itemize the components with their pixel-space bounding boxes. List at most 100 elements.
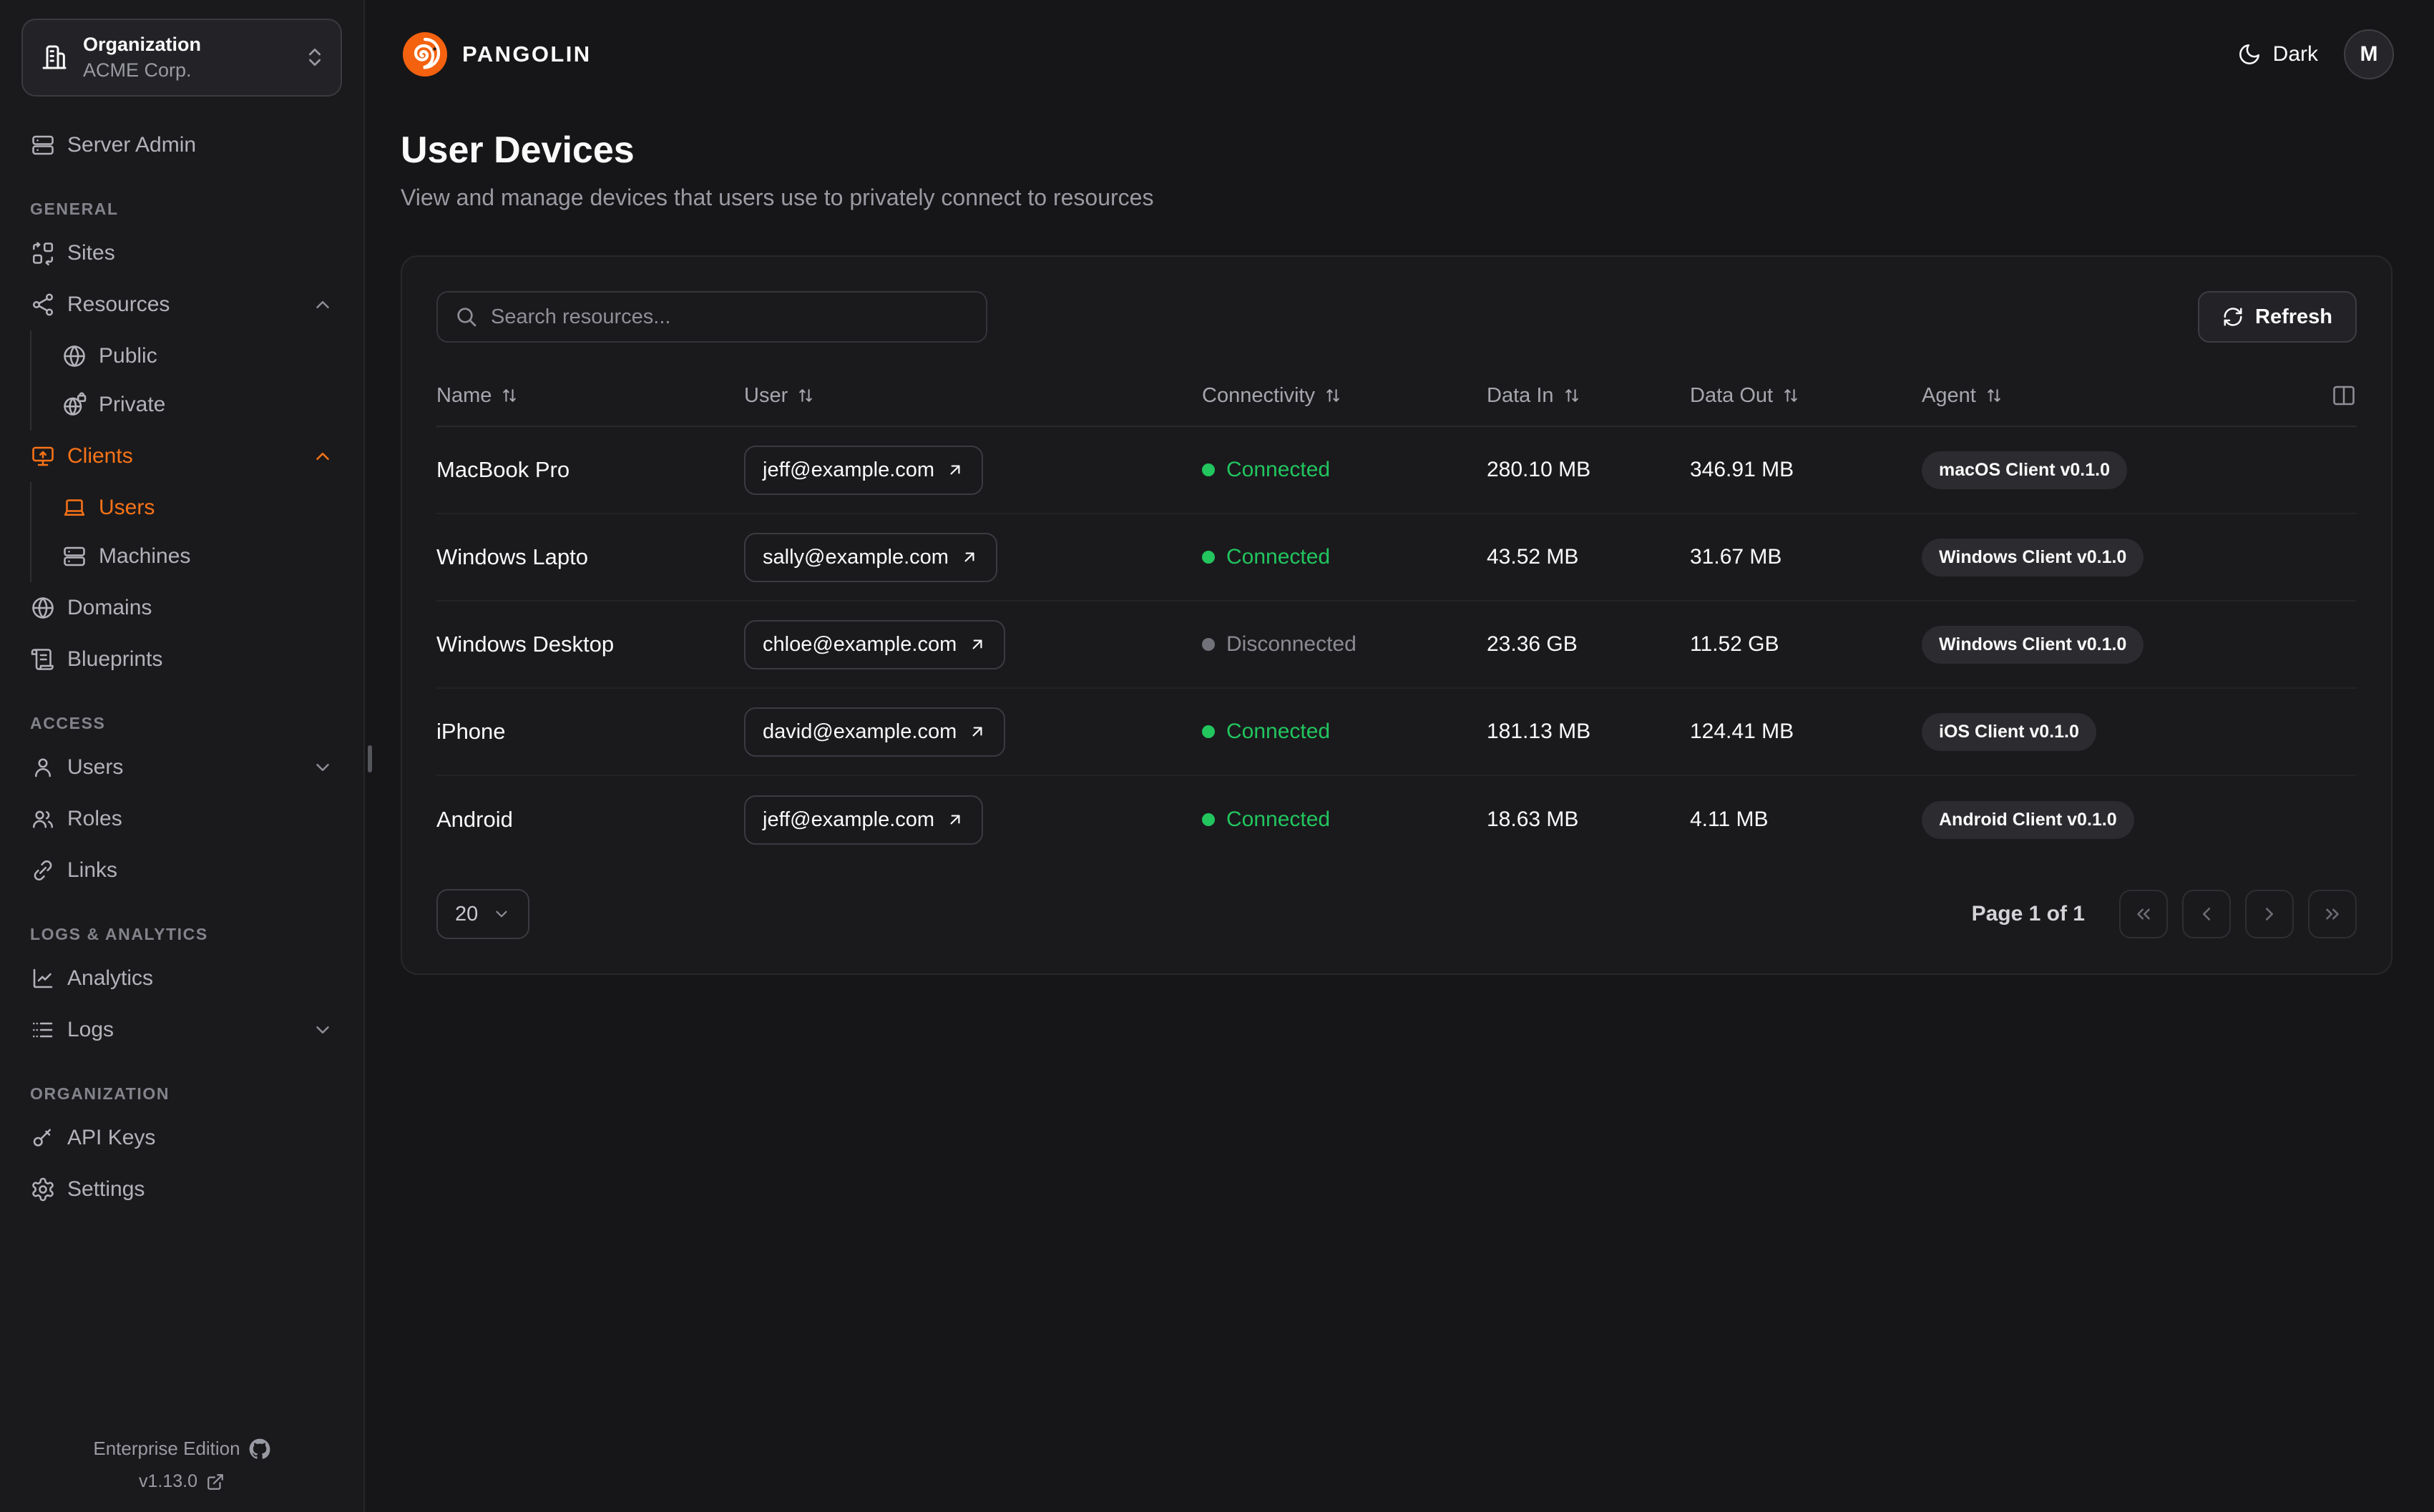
agent-badge: Windows Client v0.1.0: [1922, 538, 2144, 576]
data-in-value: 43.52 MB: [1487, 545, 1579, 569]
agent-badge: macOS Client v0.1.0: [1922, 451, 2128, 489]
theme-toggle[interactable]: Dark: [2237, 42, 2318, 67]
avatar[interactable]: M: [2344, 29, 2394, 79]
search-icon: [455, 305, 478, 328]
sort-icon: [1563, 386, 1581, 405]
refresh-button[interactable]: Refresh: [2198, 291, 2357, 343]
key-icon: [30, 1125, 56, 1151]
sidebar-item-label: Server Admin: [67, 132, 197, 157]
sidebar-item-domains[interactable]: Domains: [21, 585, 342, 631]
sidebar-item-label: Links: [67, 858, 118, 882]
search-input[interactable]: [491, 305, 969, 329]
data-out-value: 346.91 MB: [1690, 458, 1794, 481]
connectivity-status: Connected: [1202, 807, 1487, 832]
sidebar-item-private[interactable]: Private: [31, 382, 342, 428]
sites-icon: [30, 240, 56, 266]
org-selector[interactable]: Organization ACME Corp.: [21, 19, 342, 97]
sidebar-item-links[interactable]: Links: [21, 848, 342, 893]
column-header-user[interactable]: User: [744, 384, 1202, 408]
sidebar-item-label: Blueprints: [67, 647, 163, 671]
arrow-up-right-icon: [968, 635, 987, 654]
arrow-up-right-icon: [946, 461, 964, 479]
sidebar-item-label: Sites: [67, 240, 115, 265]
column-header-connectivity[interactable]: Connectivity: [1202, 384, 1487, 408]
first-page-button[interactable]: [2119, 890, 2168, 938]
sidebar-item-analytics[interactable]: Analytics: [21, 956, 342, 1001]
sidebar-item-resources[interactable]: Resources: [21, 282, 342, 328]
sidebar: Organization ACME Corp. Server Admin GEN…: [0, 0, 365, 1512]
sidebar-item-label: Users: [67, 755, 124, 779]
column-header-data-out[interactable]: Data Out: [1690, 384, 1922, 408]
user-link-button[interactable]: david@example.com: [744, 707, 1006, 757]
sort-icon: [1985, 386, 2003, 405]
chart-line-icon: [30, 966, 56, 991]
sidebar-item-users[interactable]: Users: [21, 745, 342, 790]
refresh-icon: [2222, 306, 2244, 328]
github-icon[interactable]: [249, 1438, 270, 1460]
device-name: iPhone: [436, 719, 506, 744]
sidebar-item-blueprints[interactable]: Blueprints: [21, 637, 342, 682]
arrow-up-right-icon: [960, 548, 979, 566]
chevron-up-icon: [312, 446, 333, 467]
sidebar-item-logs[interactable]: Logs: [21, 1007, 342, 1053]
column-label: User: [744, 383, 788, 407]
sidebar-item-clients[interactable]: Clients: [21, 433, 342, 479]
chevron-down-icon: [492, 905, 511, 923]
sidebar-item-sites[interactable]: Sites: [21, 230, 342, 276]
device-name: Windows Desktop: [436, 632, 615, 657]
user-link-button[interactable]: jeff@example.com: [744, 795, 984, 845]
sort-icon: [1324, 386, 1342, 405]
table-header-row: Name User Connectivity Data In Data Out …: [436, 368, 2357, 427]
previous-page-button[interactable]: [2182, 890, 2231, 938]
table-footer: 20 Page 1 of 1: [436, 889, 2357, 939]
user-link-button[interactable]: chloe@example.com: [744, 619, 1006, 669]
sort-icon: [796, 386, 815, 405]
sidebar-item-label: Machines: [99, 544, 191, 568]
column-label: Connectivity: [1202, 383, 1315, 407]
user-link-button[interactable]: sally@example.com: [744, 532, 997, 582]
page-size-select[interactable]: 20: [436, 889, 530, 939]
user-email: chloe@example.com: [763, 632, 957, 656]
globe-icon: [30, 595, 56, 621]
sidebar-item-roles[interactable]: Roles: [21, 796, 342, 842]
sidebar-item-label: Private: [99, 392, 166, 416]
sidebar-item-api-keys[interactable]: API Keys: [21, 1115, 342, 1161]
topbar: PANGOLIN Dark M: [401, 0, 2394, 109]
column-header-data-in[interactable]: Data In: [1487, 384, 1690, 408]
sidebar-item-public[interactable]: Public: [31, 333, 342, 379]
edition-label: Enterprise Edition: [93, 1438, 240, 1459]
users-icon: [30, 806, 56, 832]
column-header-agent[interactable]: Agent: [1922, 384, 2299, 408]
server-icon: [30, 132, 56, 158]
sidebar-item-label: Roles: [67, 806, 122, 830]
sidebar-item-label: Logs: [67, 1017, 114, 1041]
user-email: jeff@example.com: [763, 807, 935, 831]
sidebar-item-client-users[interactable]: Users: [31, 485, 342, 531]
sidebar-item-settings[interactable]: Settings: [21, 1167, 342, 1212]
user-link-button[interactable]: jeff@example.com: [744, 445, 984, 495]
column-settings-button[interactable]: [2331, 383, 2357, 408]
last-page-button[interactable]: [2308, 890, 2357, 938]
sidebar-item-label: Analytics: [67, 966, 154, 990]
column-label: Data In: [1487, 383, 1554, 407]
user-icon: [30, 755, 56, 780]
external-link-icon[interactable]: [206, 1473, 225, 1491]
app-window: Organization ACME Corp. Server Admin GEN…: [0, 0, 2434, 1512]
sidebar-item-machines[interactable]: Machines: [31, 534, 342, 579]
next-page-button[interactable]: [2245, 890, 2294, 938]
table-row: Android jeff@example.com Connected 18.63…: [436, 776, 2357, 863]
status-dot-icon: [1202, 638, 1215, 651]
chevrons-right-icon: [2322, 903, 2343, 925]
sidebar-item-label: Public: [99, 343, 157, 368]
resources-sub-list: Public Private: [30, 330, 342, 431]
data-out-value: 124.41 MB: [1690, 720, 1794, 743]
globe-lock-icon: [62, 392, 87, 418]
sidebar-resize-handle[interactable]: [368, 745, 372, 772]
refresh-label: Refresh: [2255, 305, 2332, 328]
sidebar-item-server-admin[interactable]: Server Admin: [21, 122, 342, 168]
column-header-name[interactable]: Name: [436, 384, 744, 408]
brand-name: PANGOLIN: [462, 41, 592, 67]
brand[interactable]: PANGOLIN: [401, 30, 592, 79]
status-dot-icon: [1202, 463, 1215, 476]
connectivity-status: Connected: [1202, 545, 1487, 569]
